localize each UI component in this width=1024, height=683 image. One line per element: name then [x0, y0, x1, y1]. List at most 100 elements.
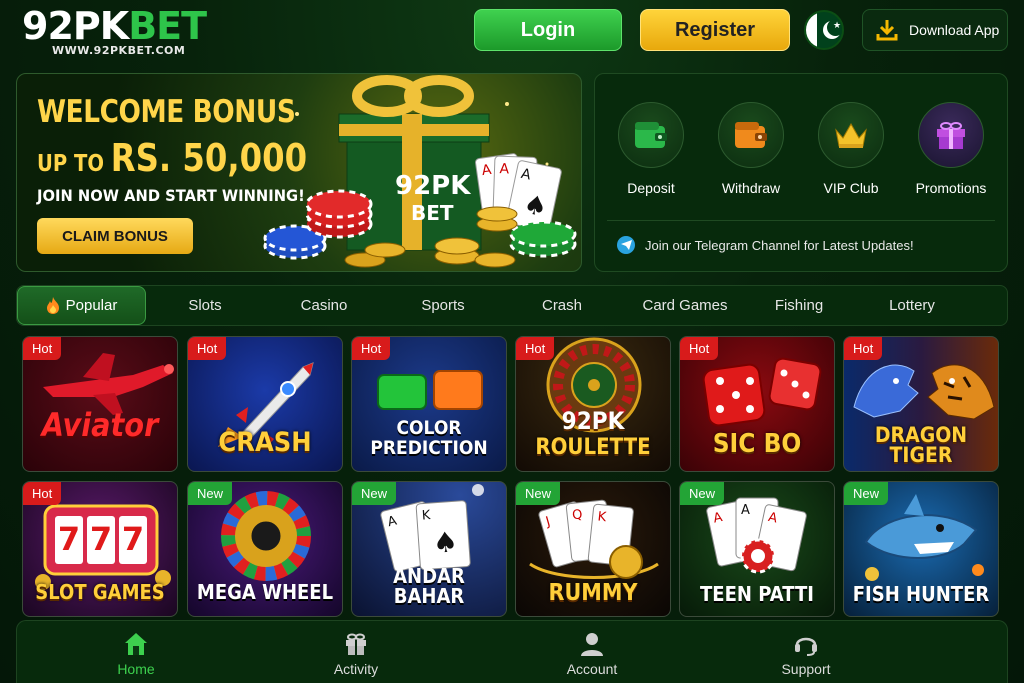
svg-text:K: K — [421, 508, 431, 524]
hot-badge: Hot — [352, 337, 391, 360]
game-card-sic-bo[interactable]: Hot SIC BO — [679, 336, 835, 472]
gift-sub-text: BET — [411, 201, 454, 225]
user-icon — [581, 633, 603, 656]
site-logo[interactable]: 92PKBET WWW.92PKBET.COM — [22, 4, 207, 57]
nav-label: Home — [117, 661, 155, 677]
category-tabs: Popular Slots Casino Sports Crash Card G… — [16, 285, 1008, 326]
tab-crash[interactable]: Crash — [517, 286, 607, 325]
game-title: MEGA WHEEL — [196, 580, 334, 604]
bottom-navigation: Home Activity Account Support — [16, 620, 1008, 683]
gift-brand-text: 92PK — [395, 171, 471, 201]
headset-icon — [795, 637, 817, 656]
svg-text:♠: ♠ — [432, 525, 459, 560]
game-title-line1: COLOR — [396, 417, 462, 439]
header: 92PKBET WWW.92PKBET.COM Login Register ★… — [0, 0, 1024, 62]
game-title-line1: ANDAR — [393, 564, 465, 588]
quick-actions-panel: Deposit Withdraw VIP Club Promotions Joi… — [594, 73, 1008, 272]
telegram-icon — [617, 236, 635, 254]
tab-sports[interactable]: Sports — [398, 286, 488, 325]
nav-label: Account — [566, 661, 618, 677]
deposit-button[interactable]: Deposit — [601, 102, 701, 196]
hot-badge: Hot — [188, 337, 227, 360]
game-title: TEEN PATTI — [700, 582, 814, 606]
game-card-rummy[interactable]: New J Q K RUMMY — [515, 481, 671, 617]
vip-club-button[interactable]: VIP Club — [801, 102, 901, 196]
hot-badge: Hot — [844, 337, 883, 360]
hot-badge: Hot — [516, 337, 555, 360]
svg-text:Q: Q — [571, 507, 583, 523]
banner-headline: WELCOME BONUS — [37, 94, 296, 130]
fire-icon — [46, 297, 59, 314]
login-button[interactable]: Login — [474, 9, 622, 51]
new-badge: New — [844, 482, 889, 505]
game-card-roulette[interactable]: Hot 92PK ROULETTE — [515, 336, 671, 472]
welcome-bonus-banner[interactable]: 92PK BET A A A ♠ WELCOME BONUS UP TO RS.… — [16, 73, 582, 272]
game-title-line2: TIGER — [889, 443, 953, 467]
new-badge: New — [680, 482, 725, 505]
game-card-fish-hunter[interactable]: New FISH HUNTER — [843, 481, 999, 617]
banner-tagline: JOIN NOW AND START WINNING! — [37, 186, 305, 205]
tab-lottery[interactable]: Lottery — [867, 286, 957, 325]
new-badge: New — [352, 482, 397, 505]
game-card-teen-patti[interactable]: New A A A TEEN PATTI — [679, 481, 835, 617]
nav-label: Activity — [333, 661, 379, 677]
nav-account[interactable]: Account — [537, 631, 647, 677]
game-card-crash[interactable]: Hot CRASH — [187, 336, 343, 472]
tab-fishing[interactable]: Fishing — [754, 286, 844, 325]
nav-home[interactable]: Home — [81, 631, 191, 677]
download-app-label: Download App — [909, 22, 1000, 38]
withdraw-label: Withdraw — [721, 180, 781, 196]
game-title: RUMMY — [548, 580, 638, 606]
game-title: CRASH — [218, 427, 312, 458]
nav-support[interactable]: Support — [751, 631, 861, 677]
nav-activity[interactable]: Activity — [301, 631, 411, 677]
game-title: SLOT GAMES — [35, 580, 165, 604]
logo-text-92pk: 92PK — [22, 4, 129, 48]
claim-bonus-button[interactable]: CLAIM BONUS — [37, 218, 193, 254]
banner-amount-line: UP TO RS. 50,000 — [37, 136, 307, 180]
game-title-line2: PREDICTION — [370, 437, 488, 459]
crown-icon — [835, 122, 867, 148]
withdraw-wallet-icon — [735, 122, 767, 148]
telegram-text: Join our Telegram Channel for Latest Upd… — [645, 237, 914, 253]
slot-reel-digit: 7 — [57, 520, 81, 558]
hot-badge: Hot — [23, 482, 62, 505]
withdraw-button[interactable]: Withdraw — [701, 102, 801, 196]
game-card-mega-wheel[interactable]: New MEGA WHEEL — [187, 481, 343, 617]
game-card-slot-games[interactable]: Hot 777 SLOT GAMES — [22, 481, 178, 617]
banner-up-to: UP TO — [37, 151, 111, 177]
slot-reels: 777 — [55, 520, 147, 558]
game-title: Aviator — [41, 406, 159, 444]
svg-text:A: A — [741, 503, 750, 518]
download-app-button[interactable]: Download App — [862, 9, 1008, 51]
telegram-link[interactable]: Join our Telegram Channel for Latest Upd… — [617, 236, 914, 254]
game-card-andar-bahar[interactable]: New A K ♠ ANDAR BAHAR — [351, 481, 507, 617]
game-title-line2: ROULETTE — [535, 435, 651, 460]
game-title: FISH HUNTER — [852, 582, 990, 606]
logo-text-bet: BET — [128, 4, 207, 48]
game-title-line1: 92PK — [561, 407, 625, 435]
game-title: SIC BO — [712, 429, 802, 459]
download-icon — [876, 20, 898, 41]
promotions-button[interactable]: Promotions — [901, 102, 1001, 196]
logo-url: WWW.92PKBET.COM — [52, 44, 186, 57]
home-icon — [125, 633, 147, 655]
slot-reel-digit: 7 — [121, 520, 145, 558]
register-button[interactable]: Register — [640, 9, 790, 51]
promotions-label: Promotions — [915, 180, 987, 196]
tab-card-games[interactable]: Card Games — [635, 286, 735, 325]
wallet-icon — [635, 122, 667, 148]
tab-slots[interactable]: Slots — [160, 286, 250, 325]
tab-popular[interactable]: Popular — [17, 286, 146, 325]
game-card-aviator[interactable]: Hot Aviator — [22, 336, 178, 472]
gift-box-icon — [346, 633, 366, 655]
game-title-line2: BAHAR — [393, 584, 465, 608]
tab-label: Popular — [65, 297, 118, 314]
hot-badge: Hot — [23, 337, 62, 360]
game-card-dragon-tiger[interactable]: Hot DRAGON TIGER — [843, 336, 999, 472]
tab-casino[interactable]: Casino — [279, 286, 369, 325]
nav-label: Support — [781, 661, 831, 677]
pakistan-flag-icon[interactable]: ★ — [804, 10, 844, 50]
vip-club-label: VIP Club — [823, 180, 879, 196]
game-card-color-prediction[interactable]: Hot COLOR PREDICTION — [351, 336, 507, 472]
